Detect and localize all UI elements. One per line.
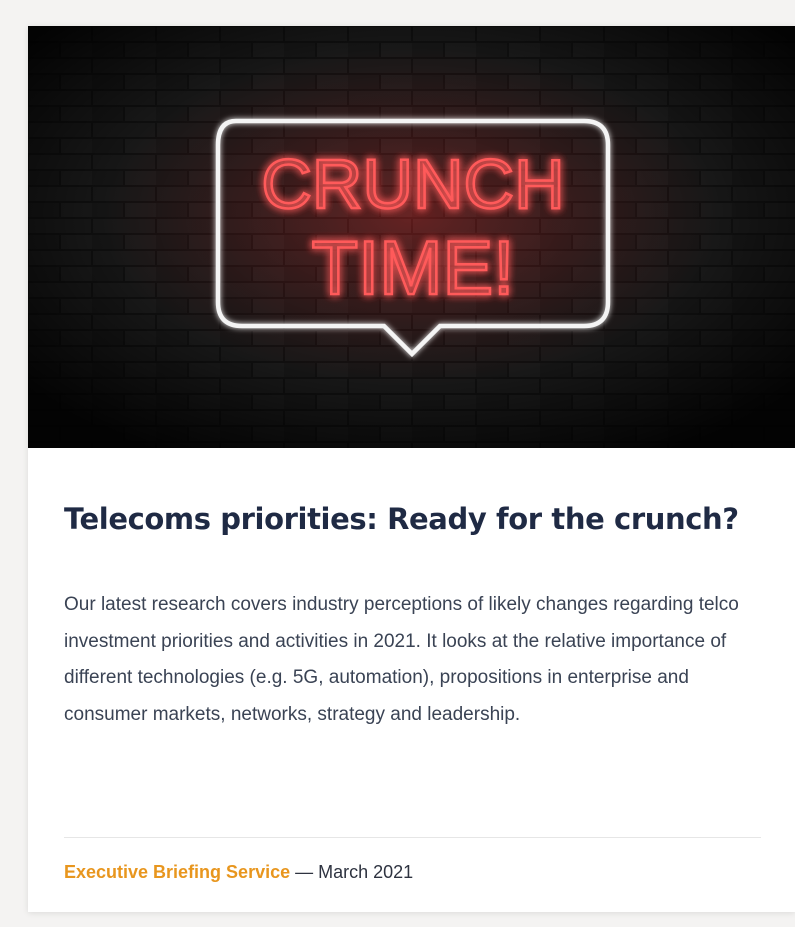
article-card[interactable]: CRUNCH TIME! Telecoms priorities: Ready … [28, 26, 795, 912]
article-meta: Executive Briefing Service — March 2021 [64, 862, 413, 883]
neon-line-2: TIME! [312, 226, 515, 311]
divider [64, 837, 761, 838]
publish-date: March 2021 [318, 862, 414, 882]
article-description: Our latest research covers industry perc… [64, 594, 739, 725]
neon-line-1: CRUNCH [261, 145, 564, 223]
service-link[interactable]: Executive Briefing Service [64, 862, 290, 882]
hero-image[interactable]: CRUNCH TIME! [28, 26, 795, 448]
meta-separator: — [290, 862, 319, 882]
neon-sign-image: CRUNCH TIME! [28, 26, 795, 448]
article-title[interactable]: Telecoms priorities: Ready for the crunc… [64, 502, 784, 537]
